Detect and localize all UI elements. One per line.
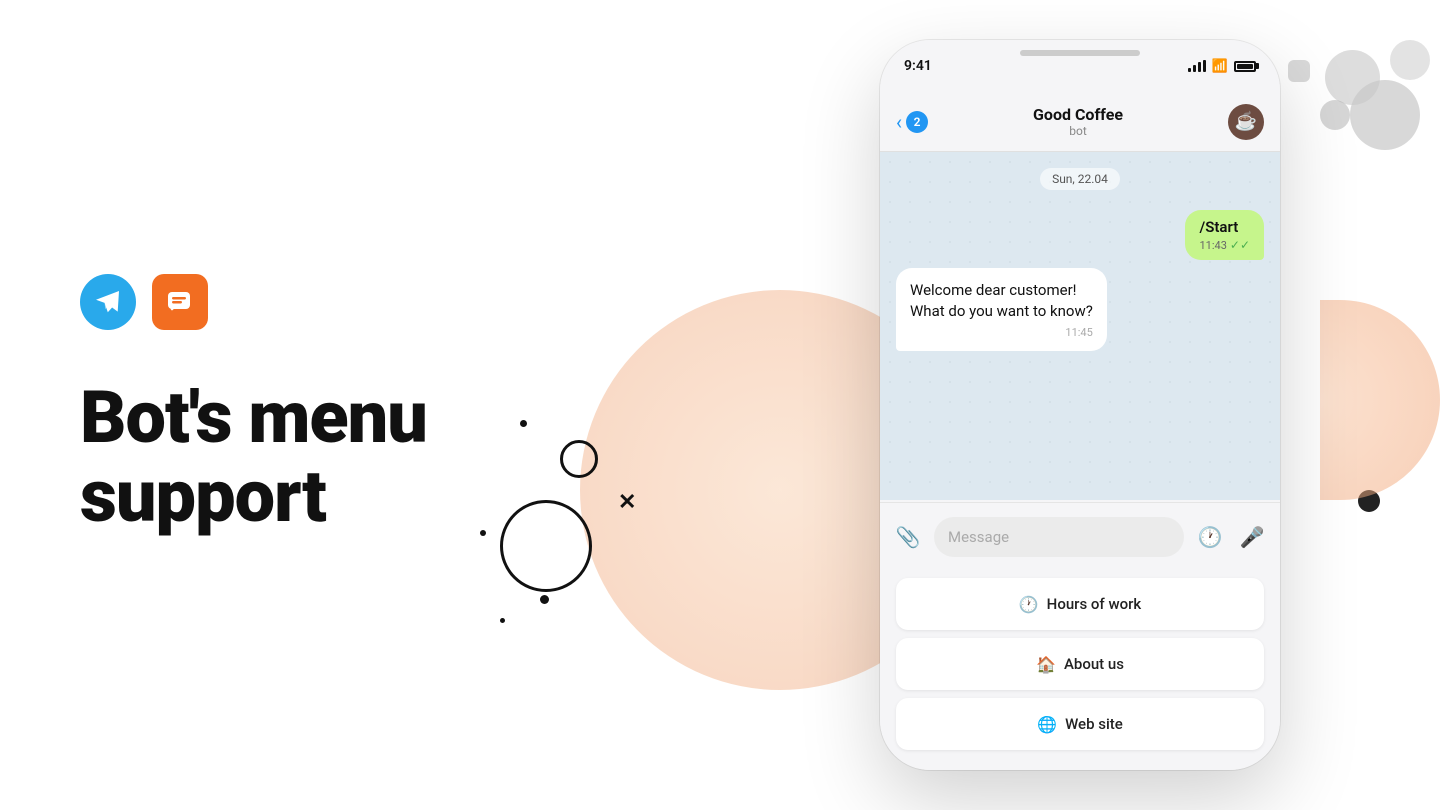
telegram-logo xyxy=(80,274,136,330)
phone-mockup: 9:41 📶 ‹ 2 Good Coffee bot ☕ xyxy=(880,40,1280,770)
message-in: Welcome dear customer!What do you want t… xyxy=(880,264,1280,355)
chat-title-area: Good Coffee bot xyxy=(938,105,1218,138)
left-section: Bot's menu support xyxy=(80,0,660,810)
chat-status: bot xyxy=(938,124,1218,138)
headline-line1: Bot's menu xyxy=(80,375,427,460)
status-icons: 📶 xyxy=(1188,59,1256,74)
bubble-out-time: 11:43 ✓✓ xyxy=(1199,238,1250,252)
date-divider: Sun, 22.04 xyxy=(880,152,1280,206)
menu-button-website[interactable]: 🌐 Web site xyxy=(896,698,1264,750)
back-button[interactable]: ‹ 2 xyxy=(896,110,928,134)
attach-button[interactable]: 📎 xyxy=(892,521,924,553)
dot3 xyxy=(540,595,549,604)
menu-label-hours: Hours of work xyxy=(1047,595,1142,613)
chat-input-area: 📎 Message 🕐 🎤 xyxy=(880,502,1280,570)
date-chip: Sun, 22.04 xyxy=(1040,168,1120,190)
menu-button-about[interactable]: 🏠 About us xyxy=(896,638,1264,690)
gray-blob-2 xyxy=(1350,80,1420,150)
hours-icon: 🕐 xyxy=(1019,595,1039,614)
menu-label-about: About us xyxy=(1064,655,1124,673)
message-out: /Start 11:43 ✓✓ xyxy=(880,206,1280,264)
signal-bars xyxy=(1188,60,1206,72)
dot1 xyxy=(520,420,527,427)
mic-button[interactable]: 🎤 xyxy=(1236,521,1268,553)
menu-button-hours[interactable]: 🕐 Hours of work xyxy=(896,578,1264,630)
bubble-in: Welcome dear customer!What do you want t… xyxy=(896,268,1107,351)
bubble-in-time: 11:45 xyxy=(910,326,1093,339)
chat-header: ‹ 2 Good Coffee bot ☕ xyxy=(880,92,1280,152)
notch-pill xyxy=(1020,50,1140,56)
battery-icon xyxy=(1234,61,1256,72)
phone-body: 9:41 📶 ‹ 2 Good Coffee bot ☕ xyxy=(880,40,1280,770)
back-arrow-icon: ‹ xyxy=(896,110,902,134)
peach-blob-right xyxy=(1320,300,1440,500)
gray-blob-4 xyxy=(1320,100,1350,130)
bubble-in-text: Welcome dear customer!What do you want t… xyxy=(910,280,1093,322)
menu-label-website: Web site xyxy=(1065,715,1123,733)
website-icon: 🌐 xyxy=(1037,715,1057,734)
cross-shape-top xyxy=(1288,60,1310,82)
wifi-icon: 📶 xyxy=(1212,59,1228,74)
headline-line2: support xyxy=(80,454,326,539)
sticker-button[interactable]: 🕐 xyxy=(1194,521,1226,553)
chat-logo xyxy=(152,274,208,330)
about-icon: 🏠 xyxy=(1036,655,1056,674)
dot4 xyxy=(500,618,505,623)
circle-large xyxy=(500,500,592,592)
gray-blob-3 xyxy=(1390,40,1430,80)
logos-row xyxy=(80,274,660,330)
bubble-out-text: /Start xyxy=(1199,218,1250,236)
status-bar: 9:41 📶 xyxy=(880,40,1280,92)
chat-name: Good Coffee xyxy=(938,105,1218,124)
circle-small xyxy=(560,440,598,478)
bubble-out: /Start 11:43 ✓✓ xyxy=(1185,210,1264,260)
cross-mark: ✕ xyxy=(618,490,636,515)
status-time: 9:41 xyxy=(904,58,932,74)
unread-badge: 2 xyxy=(906,111,928,133)
chat-avatar: ☕ xyxy=(1228,104,1264,140)
chat-messages: Sun, 22.04 /Start 11:43 ✓✓ Welcome dear … xyxy=(880,152,1280,500)
bot-menu: 🕐 Hours of work 🏠 About us 🌐 Web site xyxy=(880,570,1280,770)
input-placeholder: Message xyxy=(948,528,1009,546)
check-icon: ✓✓ xyxy=(1230,238,1250,252)
dot2 xyxy=(480,530,486,536)
message-input[interactable]: Message xyxy=(934,517,1184,557)
